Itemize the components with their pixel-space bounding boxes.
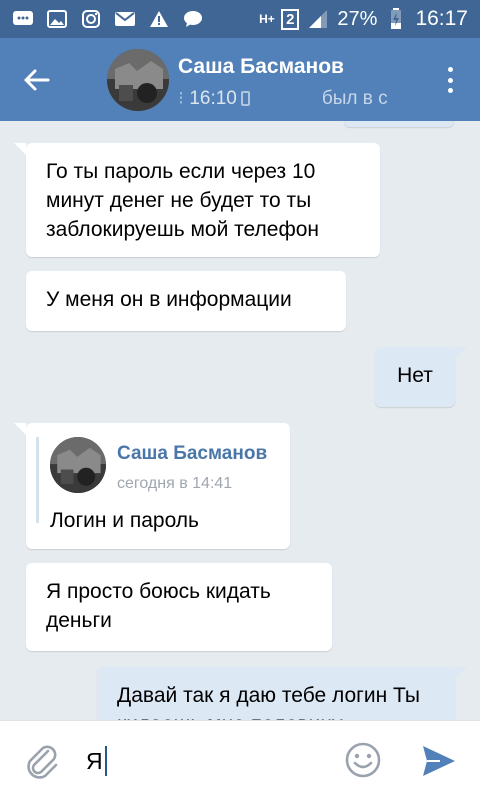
message-bubble-in[interactable]: Я просто боюсь кидать деньги [26, 563, 332, 651]
forward-text: Логин и пароль [50, 509, 199, 532]
online-time: 16:10 [189, 87, 237, 109]
forward-indicator-bar [36, 437, 39, 523]
emoji-button[interactable] [344, 741, 382, 779]
more-menu-button[interactable] [440, 62, 460, 98]
mail-notification-icon [114, 9, 136, 29]
message-text: Нет [397, 364, 433, 387]
message-bubble-out[interactable]: Нет [375, 347, 467, 407]
contact-name[interactable]: Саша Басманов [178, 55, 344, 79]
message-notification-icon [182, 9, 204, 29]
signal-icon [307, 9, 329, 29]
mobile-icon [240, 91, 250, 106]
message-text: У меня он в информации [46, 288, 292, 311]
separator-dot: ⁝ [178, 88, 190, 109]
more-vertical-icon [447, 67, 453, 72]
message-composer: Я [0, 720, 480, 800]
message-bubble-out-partial[interactable] [344, 121, 454, 127]
last-seen: был в с [321, 87, 388, 109]
chat-header: Саша Басманов ⁝ 16:10 был в с [0, 38, 480, 121]
forward-time: сегодня в 14:41 [117, 475, 233, 492]
message-text: Го ты пароль если через 10 минут денег н… [46, 160, 320, 241]
contact-status: ⁝ 16:10 был в с [178, 87, 408, 110]
forwarded-message-bubble[interactable]: Саша Басманов сегодня в 14:41 Логин и па… [14, 423, 290, 549]
battery-charging-icon [385, 8, 407, 29]
contact-avatar[interactable] [107, 49, 169, 111]
message-list[interactable]: Го ты пароль если через 10 минут денег н… [0, 121, 480, 720]
paperclip-icon [27, 745, 58, 779]
message-bubble-out[interactable]: Давай так я даю тебе логин Ты кидаешь мн… [97, 667, 467, 720]
message-text: Давай так я даю тебе логин Ты кидаешь мн… [117, 684, 420, 720]
chat-notification-icon [12, 9, 34, 29]
smiley-icon [345, 742, 381, 778]
gallery-notification-icon [46, 9, 68, 29]
network-type-label: H+ [259, 11, 275, 26]
send-icon [423, 746, 455, 776]
clock: 16:17 [415, 7, 468, 30]
attach-button[interactable] [24, 741, 60, 781]
instagram-notification-icon [80, 9, 102, 29]
warning-notification-icon [148, 9, 170, 29]
back-button[interactable] [18, 62, 54, 98]
forward-author-name[interactable]: Саша Басманов [117, 443, 267, 465]
message-input[interactable]: Я [86, 743, 107, 779]
message-input-value: Я [86, 747, 103, 774]
message-bubble-in[interactable]: У меня он в информации [26, 271, 346, 331]
text-caret [104, 746, 107, 776]
message-text: Я просто боюсь кидать деньги [46, 580, 271, 632]
message-bubble-in[interactable]: Го ты пароль если через 10 минут денег н… [14, 143, 380, 257]
arrow-left-icon [24, 69, 50, 91]
status-bar: H+ 2 27% 16:17 [0, 0, 480, 38]
send-button[interactable] [420, 743, 458, 779]
battery-percent: 27% [337, 7, 378, 30]
sim-slot-badge: 2 [281, 8, 300, 30]
forward-author-avatar[interactable] [50, 437, 106, 493]
